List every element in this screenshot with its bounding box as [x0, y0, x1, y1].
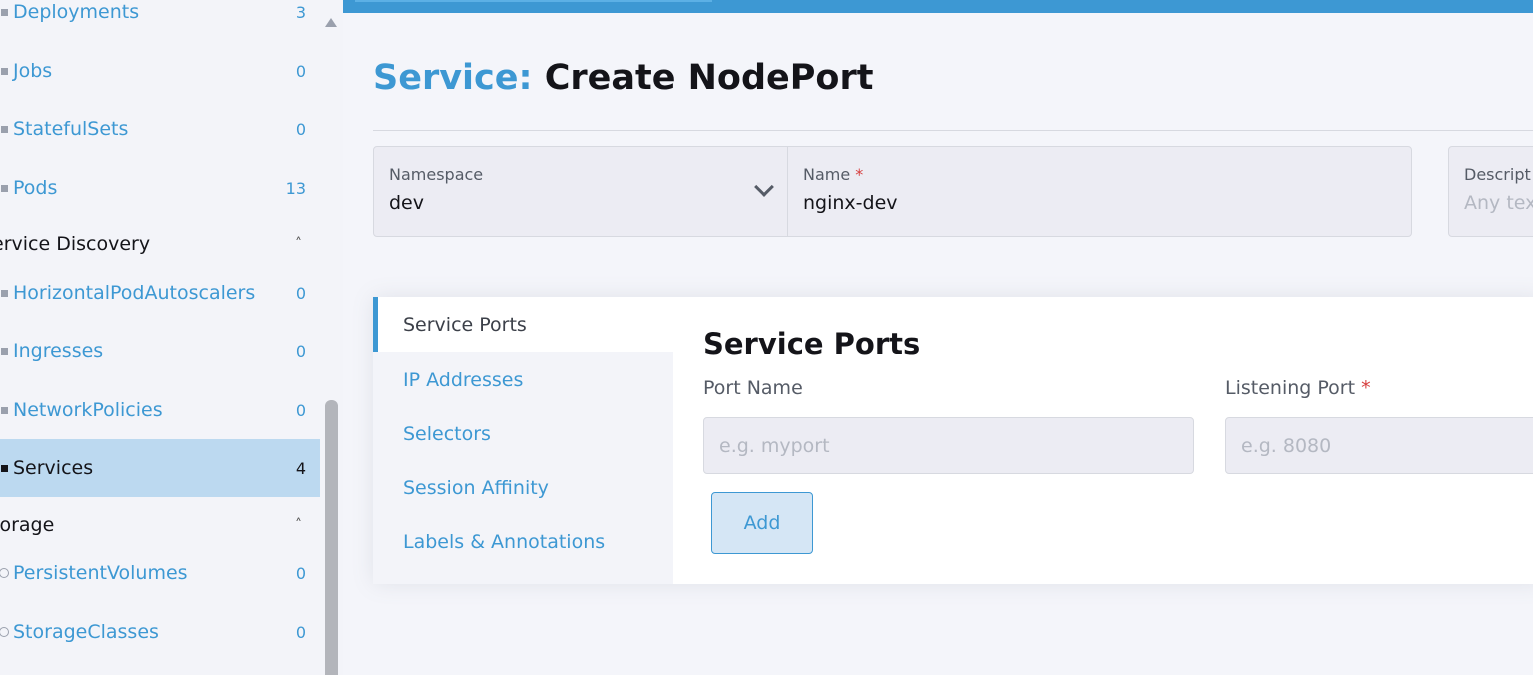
- name-label: Name *: [803, 165, 864, 184]
- sidebar-item-count: 0: [295, 61, 306, 81]
- sidebar-group-service-discovery[interactable]: ervice Discovery ˄: [0, 227, 320, 261]
- sidebar-item-label: StorageClasses: [13, 621, 159, 643]
- bullet-icon: [1, 289, 8, 297]
- sidebar: Deployments 3 Jobs 0 StatefulSets 0 Pods…: [0, 0, 343, 675]
- tab-service-ports[interactable]: Service Ports: [373, 297, 673, 352]
- chevron-up-icon: ˄: [295, 517, 302, 533]
- bullet-icon: [1, 347, 8, 355]
- sidebar-item-services[interactable]: Services 4: [0, 439, 320, 497]
- port-name-input[interactable]: [703, 417, 1194, 474]
- sidebar-item-label: Ingresses: [13, 340, 104, 362]
- sidebar-item-label: HorizontalPodAutoscalers: [13, 282, 256, 304]
- listening-port-label: Listening Port *: [1225, 377, 1371, 399]
- bullet-icon: [1, 406, 8, 414]
- sidebar-item-count: 0: [295, 119, 306, 139]
- title-divider: [373, 130, 1533, 131]
- sidebar-item-storageclasses[interactable]: StorageClasses 0: [0, 603, 320, 661]
- panel-title: Service Ports: [703, 327, 921, 361]
- sidebar-scrollbar-thumb[interactable]: [325, 400, 338, 675]
- sidebar-item-ingresses[interactable]: Ingresses 0: [0, 322, 320, 380]
- bullet-icon: [1, 184, 8, 192]
- sidebar-item-persistentvolumes[interactable]: PersistentVolumes 0: [0, 544, 320, 602]
- sidebar-item-deployments[interactable]: Deployments 3: [0, 0, 320, 41]
- sidebar-group-label: torage: [0, 514, 55, 536]
- sidebar-item-label: StatefulSets: [13, 118, 129, 140]
- sidebar-item-count: 13: [285, 178, 306, 198]
- description-field[interactable]: Descript Any tex: [1448, 146, 1533, 237]
- sidebar-group-storage[interactable]: torage ˄: [0, 508, 320, 542]
- sidebar-item-label: Pods: [13, 177, 58, 199]
- sidebar-item-count: 0: [295, 622, 306, 642]
- chevron-down-icon: [754, 177, 774, 197]
- sidebar-group-label: ervice Discovery: [0, 233, 151, 255]
- tab-labels-annotations[interactable]: Labels & Annotations: [373, 514, 673, 569]
- sidebar-item-horizontalpodautoscalers[interactable]: HorizontalPodAutoscalers 0: [0, 264, 320, 322]
- sidebar-item-statefulsets[interactable]: StatefulSets 0: [0, 100, 320, 158]
- page-title: Service: Create NodePort: [373, 58, 873, 98]
- sidebar-item-networkpolicies[interactable]: NetworkPolicies 0: [0, 381, 320, 439]
- sidebar-item-count: 0: [295, 400, 306, 420]
- globe-icon: [0, 627, 9, 637]
- main-content: Service: Create NodePort Namespace dev N…: [343, 13, 1533, 675]
- sidebar-item-count: 3: [295, 2, 306, 22]
- tab-session-affinity[interactable]: Session Affinity: [373, 460, 673, 515]
- globe-icon: [0, 568, 9, 578]
- add-port-button[interactable]: Add: [711, 492, 813, 554]
- namespace-value: dev: [389, 192, 424, 214]
- tab-ip-addresses[interactable]: IP Addresses: [373, 352, 673, 407]
- sidebar-item-jobs[interactable]: Jobs 0: [0, 42, 320, 100]
- bullet-icon: [1, 464, 8, 472]
- top-tab-indicator: [355, 0, 712, 2]
- page-title-prefix: Service:: [373, 58, 533, 98]
- sidebar-item-label: Services: [13, 457, 94, 479]
- required-marker: *: [1361, 377, 1371, 399]
- chevron-up-icon: ˄: [295, 236, 302, 252]
- port-name-label: Port Name: [703, 377, 803, 399]
- sidebar-item-label: Jobs: [13, 60, 53, 82]
- sidebar-item-count: 4: [295, 458, 306, 478]
- sidebar-item-pods[interactable]: Pods 13: [0, 159, 320, 217]
- name-value: nginx-dev: [803, 192, 898, 214]
- vertical-tabs: Service Ports IP Addresses Selectors Ses…: [373, 297, 673, 584]
- bullet-icon: [1, 125, 8, 133]
- name-field[interactable]: Name * nginx-dev: [787, 146, 1412, 237]
- bullet-icon: [1, 8, 8, 16]
- page-title-text: Create NodePort: [544, 58, 874, 98]
- listening-port-input[interactable]: [1225, 417, 1533, 474]
- bullet-icon: [1, 67, 8, 75]
- description-label: Descript: [1464, 165, 1531, 184]
- service-config-card: Service Ports IP Addresses Selectors Ses…: [373, 297, 1533, 584]
- sidebar-item-count: 0: [295, 563, 306, 583]
- namespace-label: Namespace: [389, 165, 484, 184]
- sidebar-item-label: PersistentVolumes: [13, 562, 188, 584]
- tab-selectors[interactable]: Selectors: [373, 406, 673, 461]
- sidebar-item-count: 0: [295, 283, 306, 303]
- sidebar-item-label: NetworkPolicies: [13, 399, 163, 421]
- sidebar-item-label: Deployments: [13, 1, 140, 23]
- namespace-select[interactable]: Namespace dev: [373, 146, 788, 237]
- required-marker: *: [855, 165, 864, 184]
- scroll-up-arrow-icon[interactable]: [325, 18, 337, 27]
- description-placeholder: Any tex: [1464, 192, 1533, 214]
- sidebar-item-count: 0: [295, 341, 306, 361]
